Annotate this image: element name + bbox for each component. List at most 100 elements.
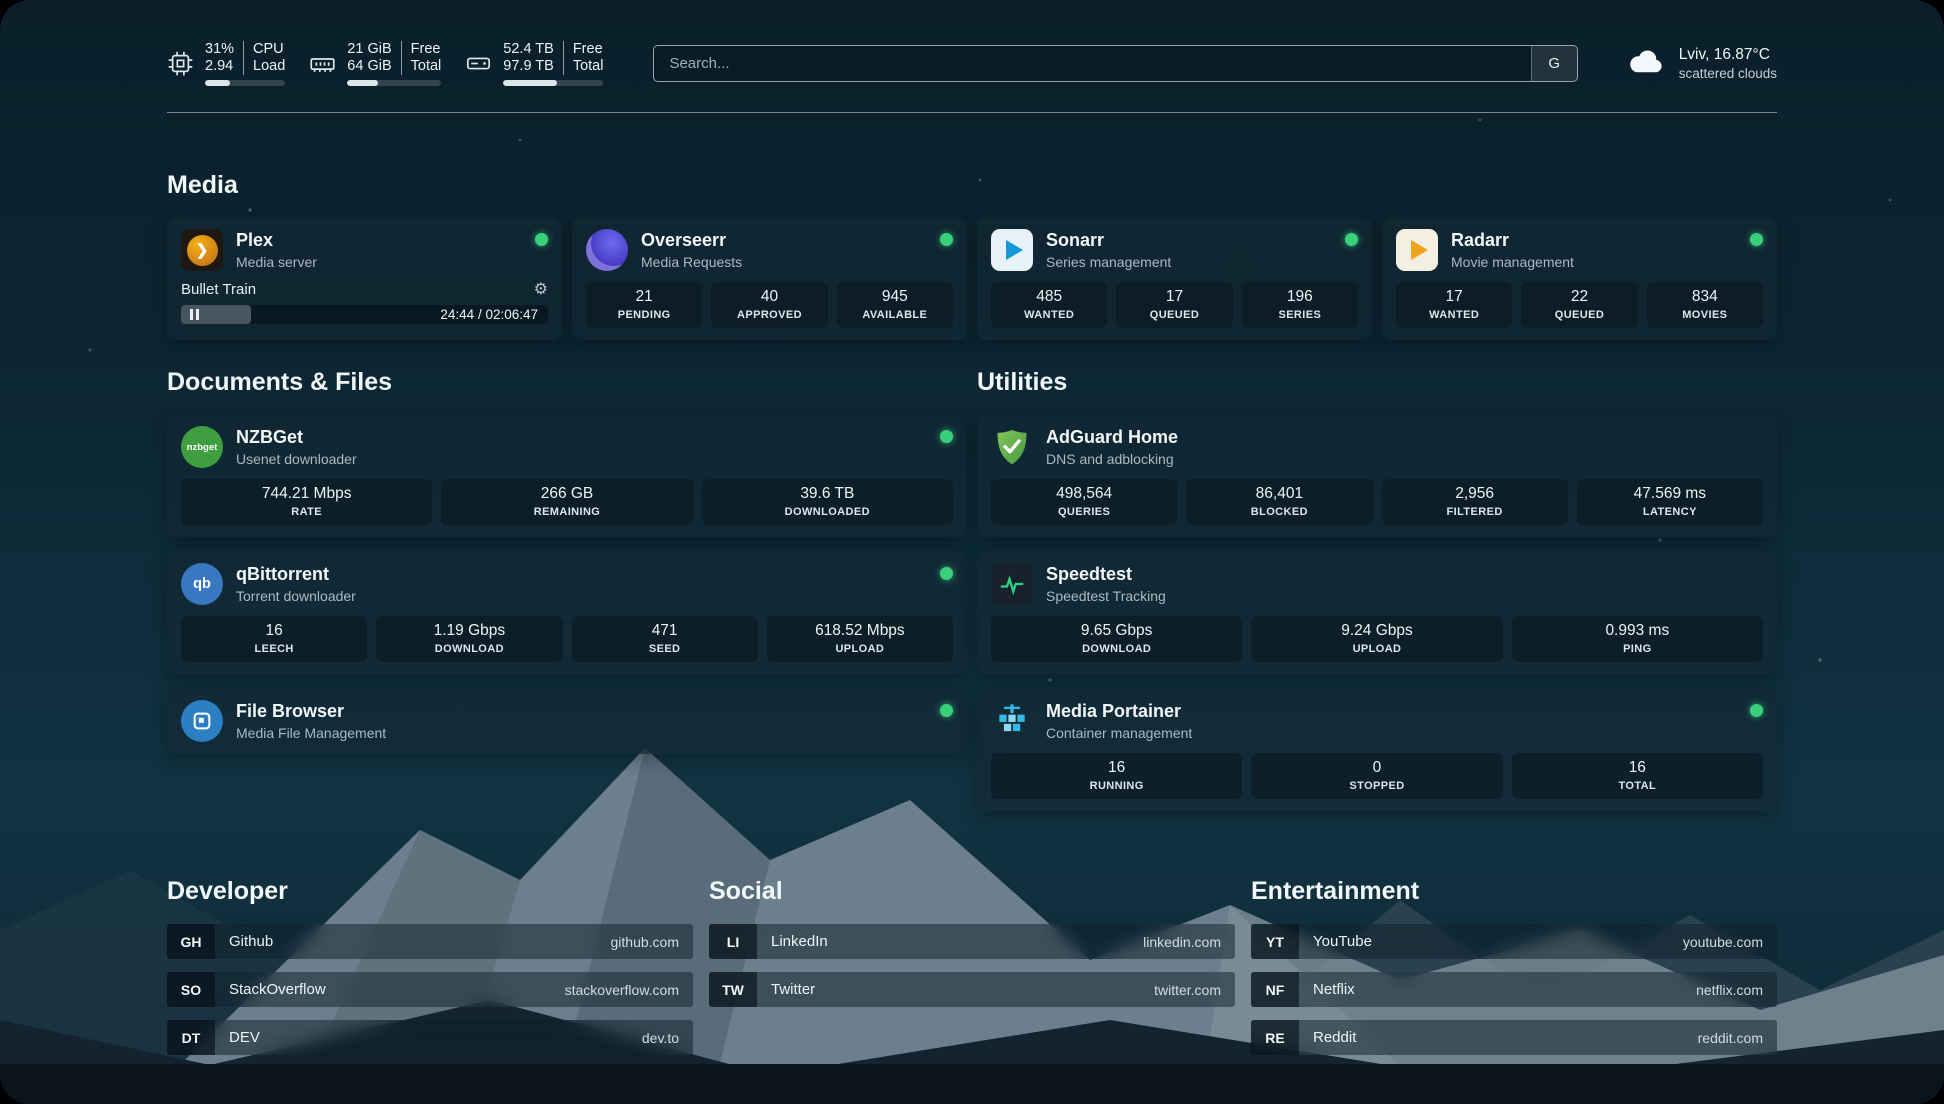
bookmark-linkedin[interactable]: LI LinkedIn linkedin.com: [709, 924, 1235, 959]
playback-time: 24:44 / 02:06:47: [440, 307, 538, 322]
app-subtitle: DNS and adblocking: [1046, 451, 1178, 467]
bookmark-name: Reddit: [1299, 1029, 1356, 1046]
disk-icon: [465, 50, 492, 77]
stat-latency: 47.569 msLATENCY: [1577, 479, 1763, 525]
playback-progress-bar[interactable]: 24:44 / 02:06:47: [181, 305, 548, 324]
sonarr-icon: [991, 229, 1033, 271]
cpu-percent: 31%: [205, 41, 243, 58]
qbittorrent-icon: qb: [181, 563, 223, 605]
status-dot: [940, 430, 953, 443]
bookmark-dev[interactable]: DT DEV dev.to: [167, 1020, 693, 1055]
bookmark-youtube[interactable]: YT YouTube youtube.com: [1251, 924, 1777, 959]
app-subtitle: Usenet downloader: [236, 451, 357, 467]
app-card-sonarr[interactable]: Sonarr Series management 485WANTED 17QUE…: [977, 217, 1372, 340]
status-dot: [940, 233, 953, 246]
stat-remaining: 266 GBREMAINING: [441, 479, 692, 525]
app-name: Media Portainer: [1046, 701, 1192, 722]
bookmark-group-developer: Developer GH Github github.com SO StackO…: [167, 877, 693, 1055]
bookmark-url: netflix.com: [1696, 982, 1777, 998]
memory-total: 64 GiB: [347, 58, 400, 75]
app-card-radarr[interactable]: Radarr Movie management 17WANTED 22QUEUE…: [1382, 217, 1777, 340]
weather-widget[interactable]: Lviv, 16.87°C scattered clouds: [1626, 46, 1777, 81]
overseerr-icon: [586, 229, 628, 271]
app-subtitle: Media server: [236, 254, 317, 270]
app-card-adguard[interactable]: AdGuard Home DNS and adblocking 498,564Q…: [977, 414, 1777, 537]
stat-wanted: 17WANTED: [1396, 282, 1512, 328]
stat-total: 16TOTAL: [1512, 753, 1763, 799]
bookmark-url: twitter.com: [1154, 982, 1235, 998]
memory-progress-fill: [347, 80, 378, 86]
section-title-developer: Developer: [167, 877, 693, 906]
stackoverflow-icon: SO: [167, 972, 215, 1007]
search-engine-button[interactable]: G: [1531, 46, 1577, 81]
app-subtitle: Speedtest Tracking: [1046, 588, 1166, 604]
bookmark-github[interactable]: GH Github github.com: [167, 924, 693, 959]
memory-icon: [309, 50, 336, 77]
stat-queued: 17QUEUED: [1116, 282, 1232, 328]
stat-download: 1.19 GbpsDOWNLOAD: [376, 616, 562, 662]
bookmark-stackoverflow[interactable]: SO StackOverflow stackoverflow.com: [167, 972, 693, 1007]
stat-pending: 21PENDING: [586, 282, 702, 328]
app-subtitle: Media File Management: [236, 725, 386, 741]
stat-queued: 22QUEUED: [1521, 282, 1637, 328]
dev-icon: DT: [167, 1020, 215, 1055]
stat-rate: 744.21 MbpsRATE: [181, 479, 432, 525]
app-card-portainer[interactable]: Media Portainer Container management 16R…: [977, 688, 1777, 811]
memory-stat: 21 GiB Free 64 GiB Total: [309, 41, 441, 86]
app-card-speedtest[interactable]: Speedtest Speedtest Tracking 9.65 GbpsDO…: [977, 551, 1777, 674]
bookmark-netflix[interactable]: NF Netflix netflix.com: [1251, 972, 1777, 1007]
disk-progress-fill: [503, 80, 557, 86]
bookmark-group-social: Social LI LinkedIn linkedin.com TW Twitt…: [709, 877, 1235, 1055]
section-title-media: Media: [167, 171, 1777, 200]
app-name: Speedtest: [1046, 564, 1166, 585]
bookmark-twitter[interactable]: TW Twitter twitter.com: [709, 972, 1235, 1007]
bookmark-url: youtube.com: [1683, 934, 1777, 950]
memory-free: 21 GiB: [347, 41, 400, 58]
section-media: Media ❯ Plex Media server Bullet Train ⚙: [167, 171, 1777, 340]
bookmark-url: reddit.com: [1698, 1030, 1777, 1046]
cpu-icon: [167, 50, 194, 77]
linkedin-icon: LI: [709, 924, 757, 959]
cpu-label: CPU: [243, 41, 285, 58]
app-card-overseerr[interactable]: Overseerr Media Requests 21PENDING 40APP…: [572, 217, 967, 340]
speedtest-icon: [991, 563, 1033, 605]
disk-total: 97.9 TB: [503, 58, 563, 75]
stat-approved: 40APPROVED: [711, 282, 827, 328]
stat-running: 16RUNNING: [991, 753, 1242, 799]
stat-queries: 498,564QUERIES: [991, 479, 1177, 525]
twitter-icon: TW: [709, 972, 757, 1007]
gear-icon[interactable]: ⚙: [534, 282, 548, 298]
nzbget-icon: nzbget: [181, 426, 223, 468]
status-dot: [940, 704, 953, 717]
portainer-icon: [991, 700, 1033, 742]
app-card-plex[interactable]: ❯ Plex Media server Bullet Train ⚙: [167, 217, 562, 340]
top-bar: 31% CPU 2.94 Load: [167, 0, 1777, 90]
section-title-social: Social: [709, 877, 1235, 906]
status-dot: [535, 233, 548, 246]
stat-ping: 0.993 msPING: [1512, 616, 1763, 662]
stat-seed: 471SEED: [572, 616, 758, 662]
netflix-icon: NF: [1251, 972, 1299, 1007]
weather-location: Lviv, 16.87°C: [1679, 46, 1777, 64]
pause-icon[interactable]: [190, 309, 199, 320]
memory-total-label: Total: [401, 58, 442, 75]
disk-free-label: Free: [563, 41, 604, 58]
app-card-nzbget[interactable]: nzbget NZBGet Usenet downloader 744.21 M…: [167, 414, 967, 537]
bookmark-name: DEV: [215, 1029, 260, 1046]
app-subtitle: Movie management: [1451, 254, 1574, 270]
app-name: File Browser: [236, 701, 386, 722]
app-card-filebrowser[interactable]: File Browser Media File Management: [167, 688, 967, 754]
stat-movies: 834MOVIES: [1647, 282, 1763, 328]
radarr-icon: [1396, 229, 1438, 271]
search-input[interactable]: [654, 46, 1530, 81]
bookmark-reddit[interactable]: RE Reddit reddit.com: [1251, 1020, 1777, 1055]
app-name: qBittorrent: [236, 564, 356, 585]
disk-total-label: Total: [563, 58, 604, 75]
bookmark-name: Twitter: [757, 981, 815, 998]
app-card-qbittorrent[interactable]: qb qBittorrent Torrent downloader 16LEEC…: [167, 551, 967, 674]
memory-free-label: Free: [401, 41, 442, 58]
app-subtitle: Torrent downloader: [236, 588, 356, 604]
disk-stat: 52.4 TB Free 97.9 TB Total: [465, 41, 603, 86]
stat-download: 9.65 GbpsDOWNLOAD: [991, 616, 1242, 662]
cpu-load: 2.94: [205, 58, 243, 75]
